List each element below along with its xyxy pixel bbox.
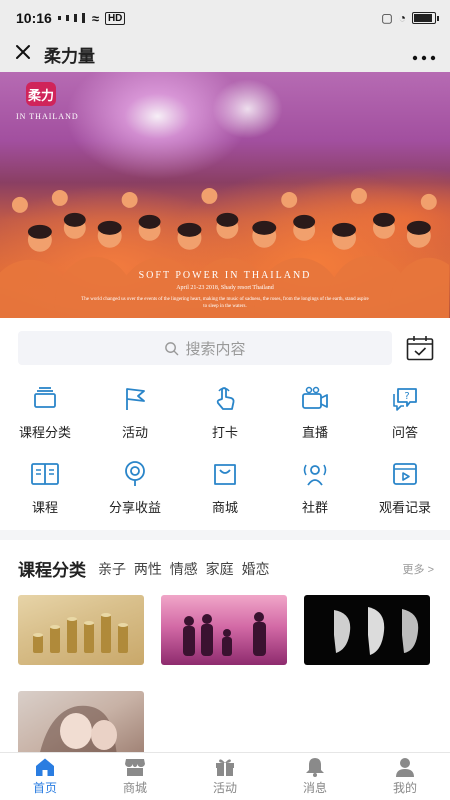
grid-item-share-earnings[interactable]: 分享收益 [90, 459, 180, 516]
tab-home[interactable]: 首页 [0, 753, 90, 800]
share-earn-icon [125, 461, 145, 486]
search-placeholder: 搜索内容 [185, 340, 246, 358]
search-input[interactable]: 搜索内容 [18, 331, 392, 365]
alarm-icon: ◔ [398, 11, 406, 25]
banner-caption: The world changed us over the events of … [81, 297, 369, 309]
tag-item[interactable]: 家庭 [206, 561, 234, 577]
profile-icon [396, 758, 414, 777]
grid-item-label: 打卡 [211, 425, 238, 440]
status-time: 10:16 [16, 10, 52, 26]
network-label: HD [104, 11, 126, 25]
title-bar: 柔力量 [0, 36, 450, 72]
banner-headline: SOFT POWER IN THAILAND [138, 270, 312, 281]
category-tags: 亲子 两性 情感 家庭 婚恋 [98, 559, 403, 579]
couple-illustration-image [38, 705, 118, 761]
shop-bag-icon [214, 464, 236, 485]
history-icon [393, 463, 417, 485]
grid-item-course-category[interactable]: 课程分类 [0, 384, 90, 441]
grid-item-label: 课程分类 [18, 425, 71, 440]
flag-icon [126, 388, 145, 410]
grid-item-community[interactable]: 社群 [270, 459, 360, 516]
grid-item-course[interactable]: 课程 [0, 459, 90, 516]
grid-item-label: 商城 [211, 500, 238, 515]
tab-label: 商城 [122, 781, 147, 795]
section-divider [0, 530, 450, 540]
banner-logo: 柔力 IN THAILAND [16, 82, 79, 121]
category-thumbnail[interactable] [161, 595, 287, 665]
more-link[interactable]: 更多 > [403, 561, 434, 577]
search-icon [165, 341, 179, 355]
book-icon [31, 463, 59, 485]
family-silhouette-image [183, 612, 266, 656]
grid-item-qa[interactable]: ? 问答 [360, 384, 450, 441]
tag-item[interactable]: 两性 [134, 561, 162, 577]
community-icon [303, 464, 327, 486]
tab-label: 活动 [212, 781, 237, 795]
grid-item-activity[interactable]: 活动 [90, 384, 180, 441]
home-icon [36, 758, 54, 776]
tab-label: 消息 [302, 781, 327, 795]
hero-banner[interactable]: 柔力 IN THAILAND SOFT POWER IN THAILAND Ap… [0, 72, 450, 318]
category-section-header: 课程分类 亲子 两性 情感 家庭 婚恋 更多 > [0, 540, 450, 581]
calendar-icon[interactable] [406, 335, 434, 361]
grid-item-watch-history[interactable]: 观看记录 [360, 459, 450, 516]
tab-label: 我的 [392, 781, 417, 795]
category-thumbnail[interactable] [18, 595, 144, 665]
grid-item-live[interactable]: 直播 [270, 384, 360, 441]
gift-icon [216, 759, 234, 776]
signal-icon [57, 13, 86, 23]
tab-profile[interactable]: 我的 [360, 753, 450, 800]
wifi-icon: ≈ [91, 10, 99, 26]
tab-activity[interactable]: 活动 [180, 753, 270, 800]
search-row: 搜索内容 [0, 318, 450, 370]
grid-item-label: 观看记录 [378, 500, 431, 515]
section-title: 课程分类 [18, 561, 86, 580]
bottom-tab-bar: 首页 商城 活动 消息 我的 [0, 752, 450, 800]
battery-icon [412, 12, 439, 24]
tab-shop[interactable]: 商城 [90, 753, 180, 800]
grid-item-checkin[interactable]: 打卡 [180, 384, 270, 441]
tag-item[interactable]: 亲子 [98, 561, 126, 577]
grid-item-label: 问答 [391, 425, 418, 440]
tab-label: 首页 [32, 781, 57, 795]
grid-item-label: 社群 [301, 500, 328, 515]
grid-item-shop[interactable]: 商城 [180, 459, 270, 516]
tag-item[interactable]: 婚恋 [242, 561, 270, 577]
coins-image [33, 613, 128, 653]
category-thumbnail[interactable] [18, 691, 144, 761]
logo-subtitle: IN THAILAND [16, 112, 79, 121]
status-left: 10:16 ≈ HD [16, 10, 126, 26]
category-thumbnails [0, 581, 450, 761]
feature-grid: 课程分类 活动 打卡 直播 ? 问答 课程 分享收益 商城 社群 观看记录 [0, 370, 450, 516]
grid-item-label: 活动 [121, 425, 148, 440]
store-icon [125, 759, 145, 776]
bell-icon [306, 758, 324, 777]
grid-item-label: 分享收益 [108, 500, 161, 515]
more-icon[interactable] [412, 41, 436, 67]
qa-icon: ? [393, 388, 417, 411]
live-camera-icon [302, 386, 328, 409]
close-icon[interactable] [14, 41, 44, 67]
banner-date: April 21-23 2018, Shady resort Thailand [176, 285, 274, 291]
grid-item-label: 课程 [31, 500, 58, 515]
tab-messages[interactable]: 消息 [270, 753, 360, 800]
category-thumbnail[interactable] [304, 595, 430, 665]
category-icon [34, 387, 56, 408]
vibrate-icon: ▢ [381, 11, 393, 25]
page-title: 柔力量 [44, 46, 95, 66]
grid-item-label: 直播 [301, 425, 328, 440]
faces-profile-image [334, 607, 419, 655]
tap-icon [216, 387, 235, 410]
status-bar: 10:16 ≈ HD ▢ ◔ [0, 0, 450, 36]
svg-text:?: ? [404, 391, 409, 402]
status-right: ▢ ◔ [381, 11, 439, 25]
tag-item[interactable]: 情感 [170, 561, 198, 577]
logo-mark: 柔力 [26, 82, 56, 106]
